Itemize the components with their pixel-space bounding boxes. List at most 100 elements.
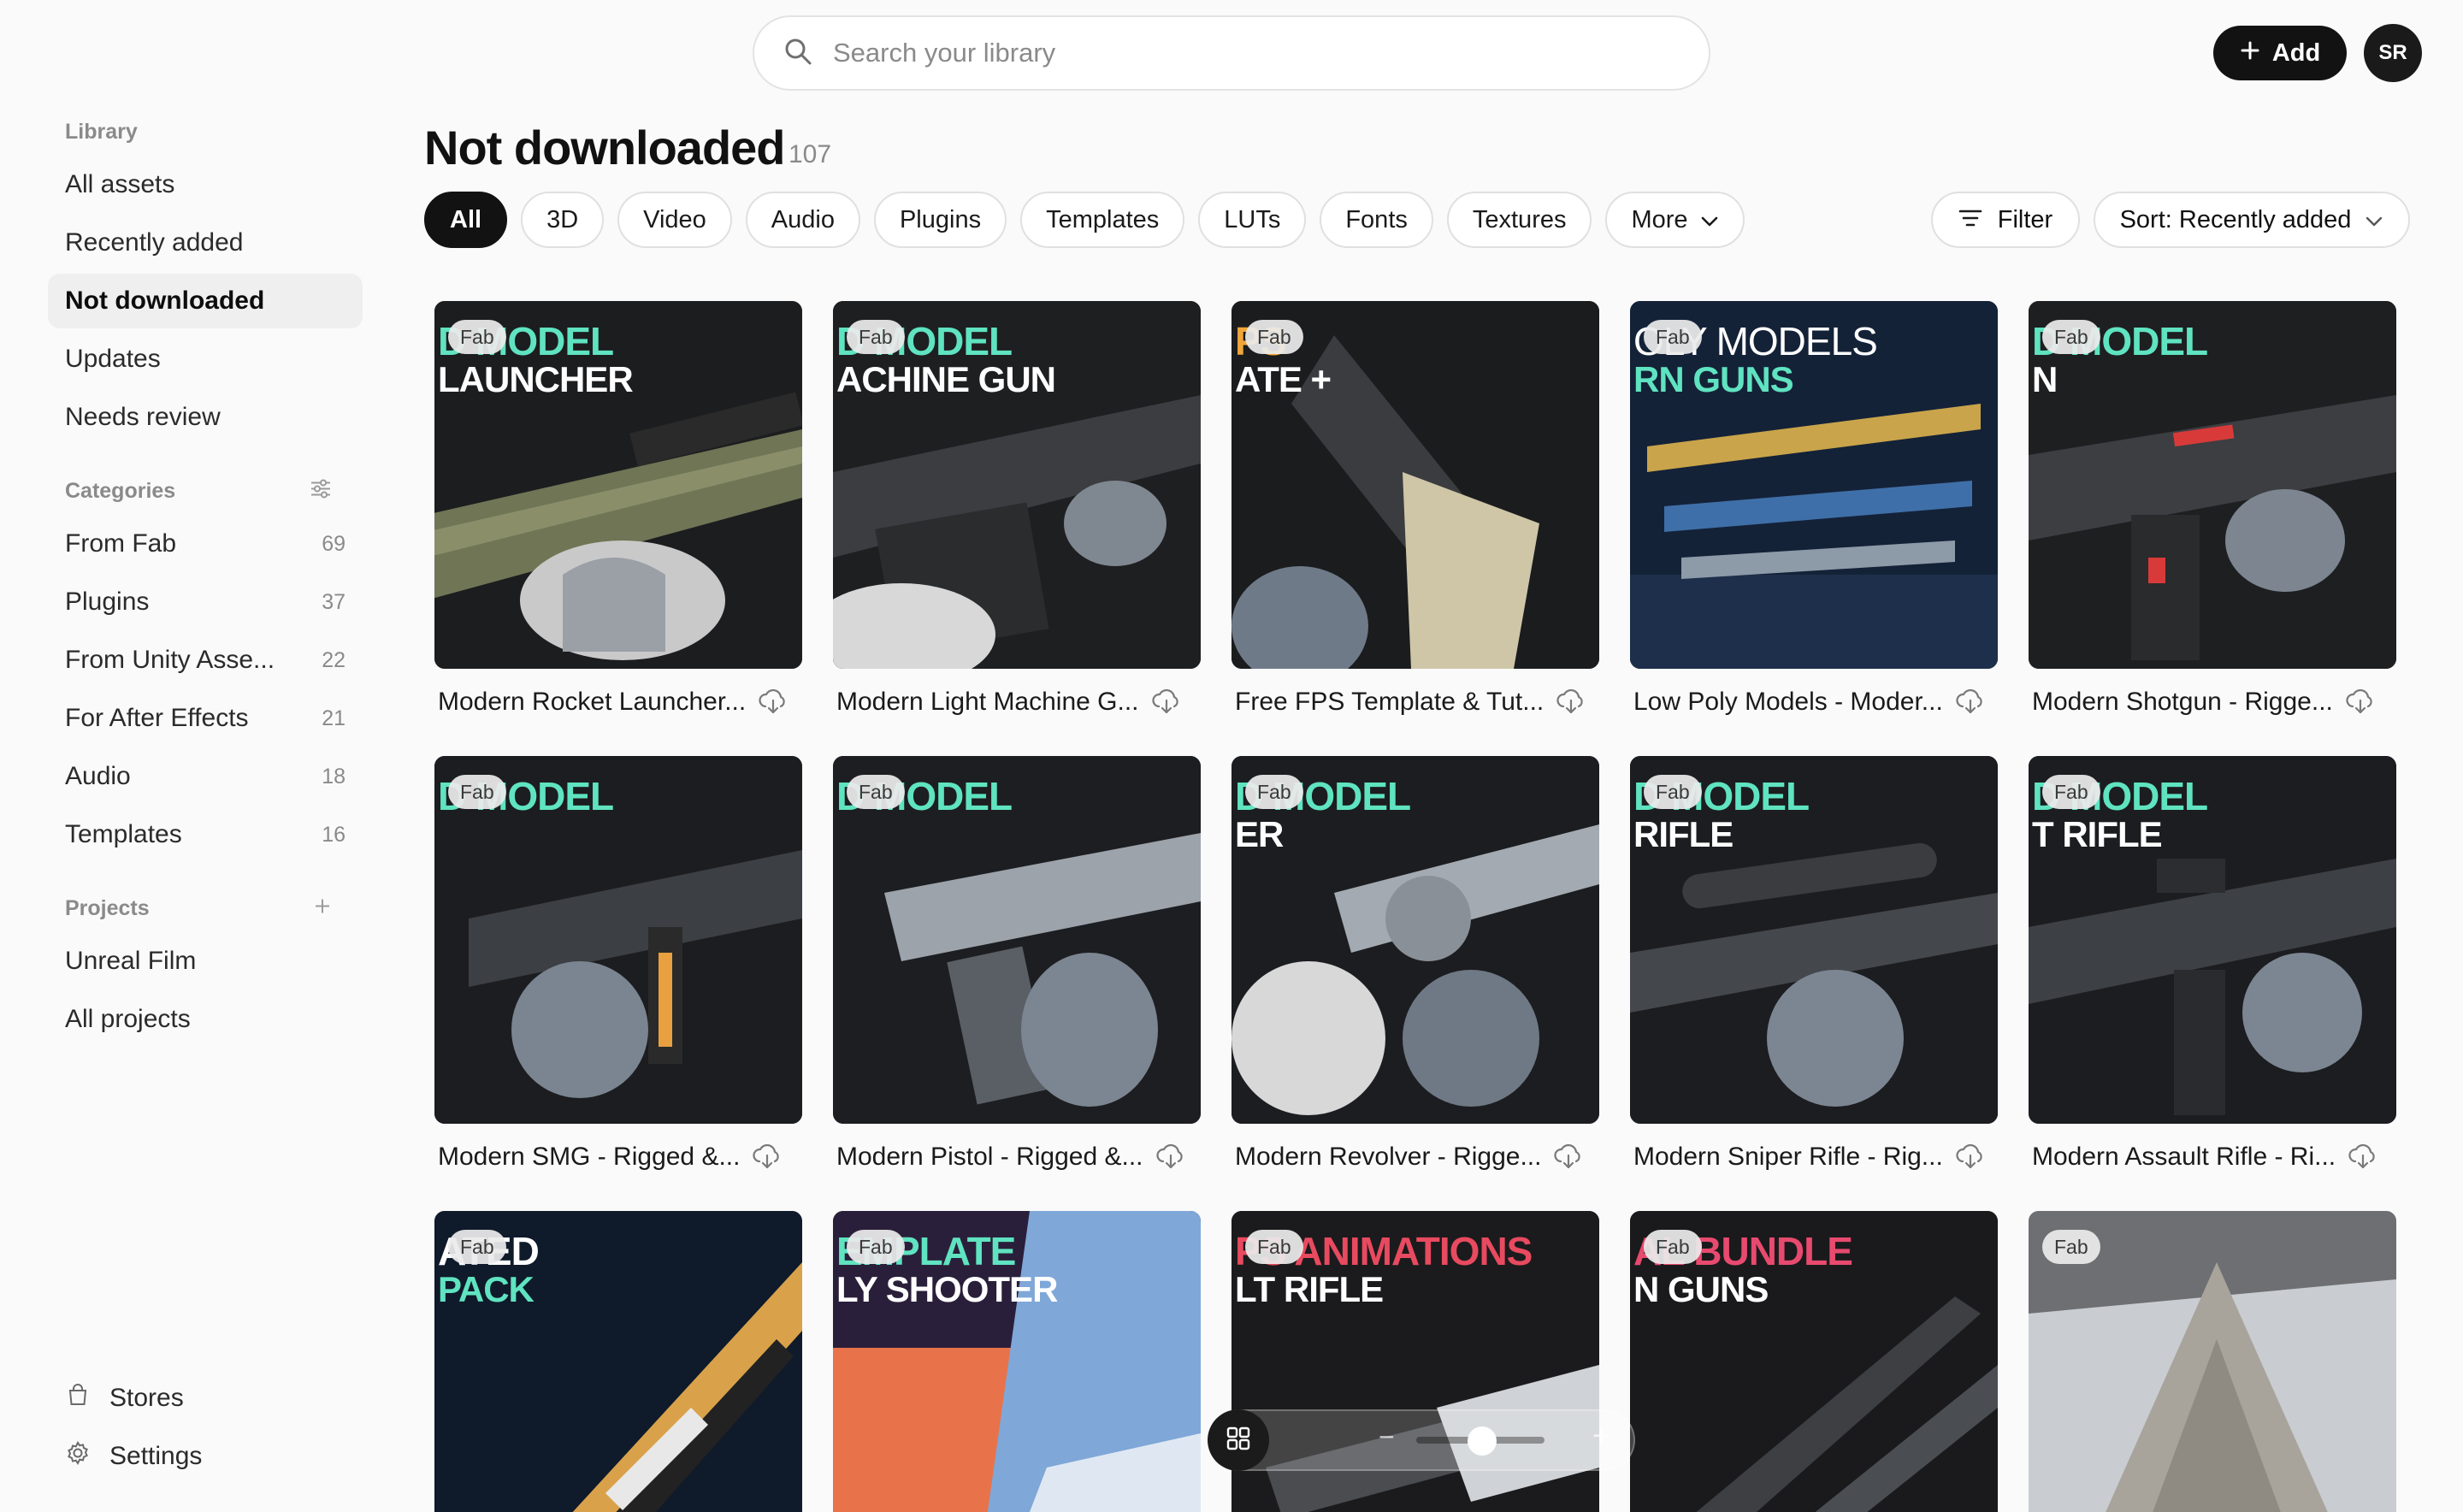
add-button[interactable]: Add xyxy=(2213,26,2347,80)
category-count: 22 xyxy=(322,647,346,672)
asset-card[interactable]: D MODEL Fab Modern Pistol - Rigged &... xyxy=(833,756,1201,1190)
chip-label: Plugins xyxy=(899,205,982,233)
category-from-unity[interactable]: From Unity Asse... 22 xyxy=(48,633,363,688)
filter-label: Filter xyxy=(1997,205,2053,233)
category-count: 69 xyxy=(322,531,346,556)
category-after-effects[interactable]: For After Effects 21 xyxy=(48,691,363,746)
sidebar-item-updates[interactable]: Updates xyxy=(48,332,363,387)
chip-3d[interactable]: 3D xyxy=(521,192,605,248)
projects-heading-label: Projects xyxy=(65,896,150,920)
chip-label: Templates xyxy=(1046,205,1160,233)
asset-card[interactable]: OLY MODELS RN GUNS Fab Low Poly Models -… xyxy=(1630,301,1998,735)
asset-thumbnail[interactable]: D MODEL RIFLE Fab xyxy=(1630,756,1998,1124)
banner-line-2: LY SHOOTER xyxy=(836,1268,1058,1309)
cloud-download-icon[interactable] xyxy=(1553,1144,1584,1170)
sort-dropdown[interactable]: Sort: Recently added xyxy=(2094,192,2410,248)
chip-textures[interactable]: Textures xyxy=(1446,192,1592,248)
asset-card[interactable]: D MODEL RIFLE Fab Modern Sniper Rifle - … xyxy=(1630,756,1998,1190)
card-footer: Free FPS Template & Tut... xyxy=(1232,669,1599,735)
project-label: Unreal Film xyxy=(65,947,197,975)
cloud-download-icon[interactable] xyxy=(1151,689,1182,715)
sidebar-item-stores[interactable]: Stores xyxy=(65,1382,184,1415)
asset-card[interactable]: D MODEL ER Fab Modern Revolver - Rigge..… xyxy=(1232,756,1599,1190)
sidebar-item-not-downloaded[interactable]: Not downloaded xyxy=(48,274,363,328)
chip-label: Textures xyxy=(1472,205,1567,233)
asset-thumbnail[interactable]: D MODEL ER Fab xyxy=(1232,756,1599,1124)
grid-view-button[interactable] xyxy=(1208,1409,1269,1471)
chip-audio[interactable]: Audio xyxy=(745,192,860,248)
asset-thumbnail[interactable]: D MODEL ACHINE GUN Fab xyxy=(833,301,1201,669)
chip-fonts[interactable]: Fonts xyxy=(1320,192,1433,248)
asset-thumbnail[interactable]: D MODEL Fab xyxy=(434,756,802,1124)
asset-thumbnail[interactable]: EMPLATE LY SHOOTER Fab xyxy=(833,1211,1201,1512)
sidebar: Library All assets Recently added Not do… xyxy=(0,0,376,1512)
asset-card[interactable]: D MODEL Fab Modern SMG - Rigged &... xyxy=(434,756,802,1190)
project-unreal-film[interactable]: Unreal Film xyxy=(48,934,363,989)
search-input[interactable] xyxy=(833,38,1603,68)
chip-plugins[interactable]: Plugins xyxy=(873,192,1007,248)
fab-badge: Fab xyxy=(1644,1230,1702,1264)
asset-thumbnail[interactable]: PS ATE + Fab xyxy=(1232,301,1599,669)
banner-line-2: RN GUNS xyxy=(1633,358,1794,399)
asset-thumbnail[interactable]: OLY MODELS RN GUNS Fab xyxy=(1630,301,1998,669)
search-icon xyxy=(783,37,812,70)
cloud-download-icon[interactable] xyxy=(752,1144,783,1170)
filter-button[interactable]: Filter xyxy=(1931,192,2080,248)
projects-heading: Projects xyxy=(65,896,352,921)
cloud-download-icon[interactable] xyxy=(1955,689,1986,715)
banner-line-2: N xyxy=(2032,358,2058,399)
asset-thumbnail[interactable]: D MODEL T RIFLE Fab xyxy=(2029,756,2396,1124)
asset-title: Free FPS Template & Tut... xyxy=(1235,688,1545,716)
category-plugins[interactable]: Plugins 37 xyxy=(48,575,363,629)
sidebar-item-needs-review[interactable]: Needs review xyxy=(48,390,363,445)
zoom-in-button[interactable]: + xyxy=(1592,1420,1610,1453)
chip-templates[interactable]: Templates xyxy=(1020,192,1185,248)
cloud-download-icon[interactable] xyxy=(1155,1144,1186,1170)
category-from-fab[interactable]: From Fab 69 xyxy=(48,517,363,571)
asset-card[interactable]: PS ATE + Fab Free FPS Template & Tut... xyxy=(1232,301,1599,735)
chip-more[interactable]: More xyxy=(1605,192,1745,248)
sidebar-item-all-assets[interactable]: All assets xyxy=(48,157,363,212)
cloud-download-icon[interactable] xyxy=(2345,689,2376,715)
search-bar[interactable] xyxy=(753,15,1710,91)
chip-luts[interactable]: LUTs xyxy=(1198,192,1307,248)
asset-card[interactable]: Fab xyxy=(2029,1211,2396,1512)
category-audio[interactable]: Audio 18 xyxy=(48,749,363,804)
cloud-download-icon[interactable] xyxy=(1556,689,1586,715)
category-label: Templates xyxy=(65,820,182,848)
zoom-out-button[interactable]: − xyxy=(1379,1421,1395,1453)
asset-card[interactable]: D MODEL LAUNCHER Fab Modern Rocket Launc… xyxy=(434,301,802,735)
asset-card[interactable]: D MODEL ACHINE GUN Fab Modern Light Mach… xyxy=(833,301,1201,735)
cloud-download-icon[interactable] xyxy=(758,689,789,715)
asset-thumbnail[interactable]: AL BUNDLE N GUNS Fab xyxy=(1630,1211,1998,1512)
asset-card[interactable]: AL BUNDLE N GUNS Fab xyxy=(1630,1211,1998,1512)
category-count: 37 xyxy=(322,589,346,614)
category-label: From Fab xyxy=(65,529,177,558)
avatar[interactable]: SR xyxy=(2364,24,2422,82)
cloud-download-icon[interactable] xyxy=(2348,1144,2378,1170)
add-project-icon[interactable] xyxy=(313,896,332,921)
zoom-slider-handle[interactable] xyxy=(1468,1426,1497,1456)
asset-card[interactable]: D MODEL T RIFLE Fab Modern Assault Rifle… xyxy=(2029,756,2396,1190)
card-footer: Low Poly Models - Moder... xyxy=(1630,669,1998,735)
chip-video[interactable]: Video xyxy=(617,192,732,248)
asset-thumbnail[interactable]: Fab xyxy=(2029,1211,2396,1512)
asset-thumbnail[interactable]: ATED PACK Fab xyxy=(434,1211,802,1512)
asset-card[interactable]: ATED PACK Fab xyxy=(434,1211,802,1512)
banner-line-2: T RIFLE xyxy=(2032,813,2163,854)
asset-card[interactable]: D MODEL N Fab Modern Shotgun - Rigge... xyxy=(2029,301,2396,735)
cloud-download-icon[interactable] xyxy=(1955,1144,1986,1170)
chip-all[interactable]: All xyxy=(424,192,508,248)
category-templates[interactable]: Templates 16 xyxy=(48,807,363,862)
asset-card[interactable]: EMPLATE LY SHOOTER Fab xyxy=(833,1211,1201,1512)
chip-label: LUTs xyxy=(1224,205,1281,233)
asset-title: Modern SMG - Rigged &... xyxy=(438,1143,741,1171)
asset-thumbnail[interactable]: D MODEL Fab xyxy=(833,756,1201,1124)
project-all-projects[interactable]: All projects xyxy=(48,992,363,1047)
sliders-icon[interactable] xyxy=(310,478,332,505)
sidebar-item-recently-added[interactable]: Recently added xyxy=(48,216,363,270)
asset-thumbnail[interactable]: D MODEL N Fab xyxy=(2029,301,2396,669)
add-label: Add xyxy=(2271,38,2321,67)
sidebar-item-settings[interactable]: Settings xyxy=(65,1440,202,1473)
asset-thumbnail[interactable]: D MODEL LAUNCHER Fab xyxy=(434,301,802,669)
